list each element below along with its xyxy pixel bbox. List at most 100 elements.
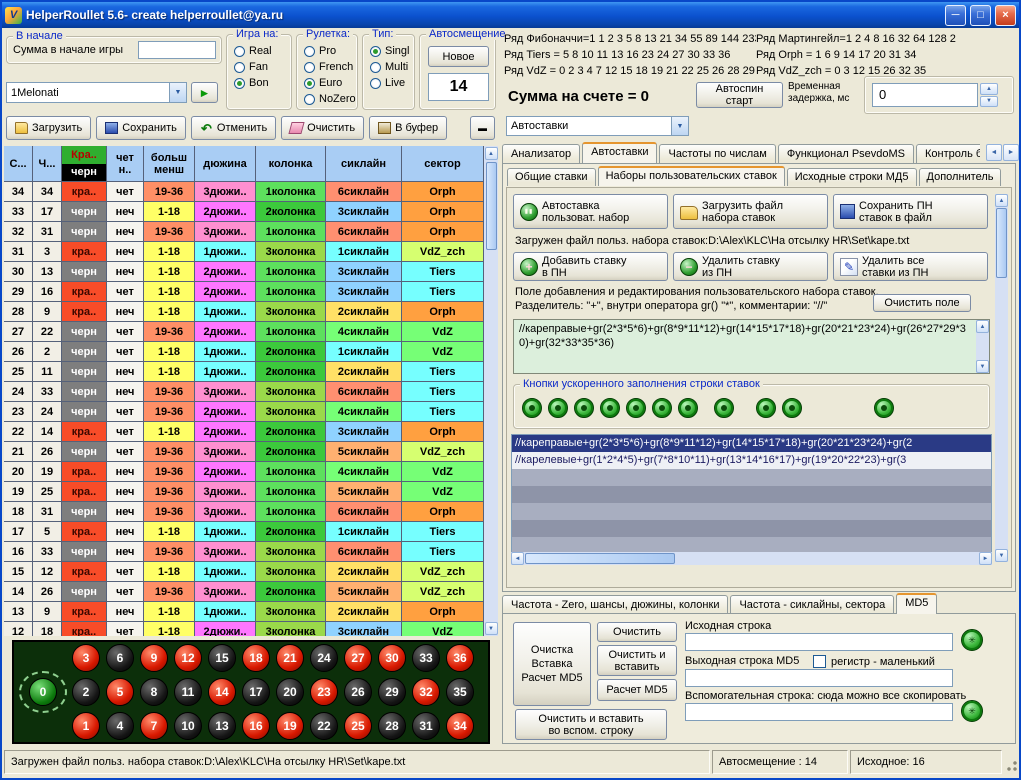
- spinner-up-icon[interactable]: ▲: [980, 83, 998, 95]
- save-button[interactable]: Сохранить: [96, 116, 186, 140]
- board-number-16[interactable]: 16: [242, 712, 270, 740]
- title-bar[interactable]: V HelperRoullet 5.6- create helperroulle…: [2, 2, 1019, 28]
- board-number-19[interactable]: 19: [276, 712, 304, 740]
- bets-listbox[interactable]: //кареправые+gr(2*3*5*6)+gr(8*9*11*12)+g…: [511, 434, 992, 565]
- clear-button[interactable]: Очистить: [281, 116, 364, 140]
- board-number-21[interactable]: 21: [276, 644, 304, 672]
- md5-clear-paste-calc-button[interactable]: ОчисткаВставкаРасчет MD5: [513, 622, 591, 706]
- sub-tab-3[interactable]: Дополнитель: [919, 168, 1002, 186]
- panel-scrollbar[interactable]: ▲ ▼: [995, 194, 1008, 562]
- freq-tab-1[interactable]: Частота - сиклайны, сектора: [730, 595, 894, 614]
- bet-chip-icon[interactable]: [874, 398, 894, 418]
- register-checkbox[interactable]: [813, 655, 826, 668]
- board-number-35[interactable]: 35: [446, 678, 474, 706]
- board-number-20[interactable]: 20: [276, 678, 304, 706]
- main-tab-0[interactable]: Анализатор: [502, 144, 580, 163]
- radio-option-pro[interactable]: Pro: [304, 43, 357, 59]
- radio-option-french[interactable]: French: [304, 59, 357, 75]
- bet-chip-icon[interactable]: [626, 398, 646, 418]
- md5-clear-paste-button[interactable]: Очистить ивставить: [597, 645, 677, 676]
- scroll-up-icon[interactable]: ▲: [485, 147, 498, 160]
- bet-chip-icon[interactable]: [782, 398, 802, 418]
- clear-paste-aux-button[interactable]: Очистить и вставитьво вспом. строку: [515, 709, 667, 740]
- autospin-start-button[interactable]: Автоспин старт: [696, 82, 783, 108]
- board-number-10[interactable]: 10: [174, 712, 202, 740]
- add-bet-button[interactable]: Добавить ставкув ПН: [513, 252, 668, 281]
- table-row[interactable]: 3013черннеч1-182дюжи..1колонка3сиклайнTi…: [4, 262, 484, 282]
- aux-string-input[interactable]: [685, 703, 953, 721]
- radio-option-fan[interactable]: Fan: [234, 59, 291, 75]
- table-row[interactable]: 262чернчет1-181дюжи..2колонка1сиклайнVdZ: [4, 342, 484, 362]
- board-number-36[interactable]: 36: [446, 644, 474, 672]
- table-row[interactable]: 1925кра..неч19-363дюжи..1колонка5сиклайн…: [4, 482, 484, 502]
- table-row[interactable]: 2214кра..чет1-182дюжи..2колонка3сиклайнO…: [4, 422, 484, 442]
- save-set-file-button[interactable]: Сохранить ПНставок в файл: [833, 194, 988, 229]
- main-tab-4[interactable]: Контроль банкр: [916, 144, 980, 163]
- board-number-2[interactable]: 2: [72, 678, 100, 706]
- board-number-31[interactable]: 31: [412, 712, 440, 740]
- scroll-left-icon[interactable]: ◄: [511, 552, 524, 565]
- board-number-26[interactable]: 26: [344, 678, 372, 706]
- board-number-28[interactable]: 28: [378, 712, 406, 740]
- radio-option-real[interactable]: Real: [234, 43, 291, 59]
- tab-scroll-left-icon[interactable]: ◄: [986, 144, 1002, 161]
- bet-chip-icon[interactable]: [678, 398, 698, 418]
- board-number-9[interactable]: 9: [140, 644, 168, 672]
- table-scrollbar-thumb[interactable]: [486, 162, 497, 250]
- close-button[interactable]: ×: [995, 5, 1016, 26]
- autobets-combo[interactable]: Автоставки ▼: [506, 116, 689, 136]
- source-string-input[interactable]: [685, 633, 953, 651]
- bet-chip-icon[interactable]: [600, 398, 620, 418]
- buffer-button[interactable]: В буфер: [369, 116, 447, 140]
- radio-option-euro[interactable]: Euro: [304, 75, 357, 91]
- bet-chip-icon[interactable]: [574, 398, 594, 418]
- main-tab-3[interactable]: Функционал PsevdoMS: [778, 144, 914, 163]
- table-scrollbar[interactable]: ▲ ▼: [484, 146, 498, 636]
- board-number-14[interactable]: 14: [208, 678, 236, 706]
- delete-bet-button[interactable]: Удалить ставкуиз ПН: [673, 252, 828, 281]
- board-number-24[interactable]: 24: [310, 644, 338, 672]
- radio-option-nozero[interactable]: NoZero: [304, 91, 357, 107]
- board-number-29[interactable]: 29: [378, 678, 406, 706]
- table-row[interactable]: 3231черннеч19-363дюжи..1колонка6сиклайнO…: [4, 222, 484, 242]
- new-button[interactable]: Новое: [428, 46, 489, 67]
- board-number-34[interactable]: 34: [446, 712, 474, 740]
- table-row[interactable]: 2433черннеч19-363дюжи..3колонка6сиклайнT…: [4, 382, 484, 402]
- output-string-input[interactable]: [685, 669, 953, 687]
- sub-tab-0[interactable]: Общие ставки: [507, 168, 596, 186]
- board-number-4[interactable]: 4: [106, 712, 134, 740]
- table-row[interactable]: 2324чернчет19-362дюжи..3колонка4сиклайнT…: [4, 402, 484, 422]
- scroll-down-icon[interactable]: ▼: [485, 622, 498, 635]
- table-row[interactable]: 2916кра..чет1-182дюжи..1колонка3сиклайнT…: [4, 282, 484, 302]
- table-row[interactable]: 1426чернчет19-363дюжи..2колонка5сиклайнV…: [4, 582, 484, 602]
- radio-option-bon[interactable]: Bon: [234, 75, 291, 91]
- maximize-button[interactable]: □: [970, 5, 991, 26]
- load-button[interactable]: Загрузить: [6, 116, 91, 140]
- listbox-hscrollbar[interactable]: ◄ ►: [511, 552, 992, 565]
- table-row[interactable]: 2722чернчет19-362дюжи..1колонка4сиклайнV…: [4, 322, 484, 342]
- edit-field-scrollbar[interactable]: ▲ ▼: [976, 320, 989, 373]
- board-number-22[interactable]: 22: [310, 712, 338, 740]
- radio-option-singl[interactable]: Singl: [370, 43, 414, 59]
- preset-combo[interactable]: 1Melonati ▼: [6, 82, 187, 103]
- minimize-button[interactable]: ─: [945, 5, 966, 26]
- list-item[interactable]: //карелевые+gr(1*2*4*5)+gr(7*8*10*11)+gr…: [512, 452, 991, 469]
- table-row[interactable]: 139кра..неч1-181дюжи..3колонка2сиклайнOr…: [4, 602, 484, 622]
- resize-grip[interactable]: [1004, 750, 1019, 774]
- md5-calc-button[interactable]: Расчет MD5: [597, 679, 677, 701]
- table-row[interactable]: 1633черннеч19-363дюжи..3колонка6сиклайнT…: [4, 542, 484, 562]
- bet-chip-icon[interactable]: [522, 398, 542, 418]
- start-sum-input[interactable]: [138, 41, 216, 59]
- bet-chip-icon[interactable]: [756, 398, 776, 418]
- bet-chip-icon[interactable]: [714, 398, 734, 418]
- board-number-6[interactable]: 6: [106, 644, 134, 672]
- bet-chip-icon[interactable]: [548, 398, 568, 418]
- copy-source-button[interactable]: [961, 629, 983, 651]
- list-item[interactable]: //кареправые+gr(2*3*5*6)+gr(8*9*11*12)+g…: [512, 435, 991, 452]
- md5-clear-button[interactable]: Очистить: [597, 622, 677, 642]
- sub-tab-1[interactable]: Наборы пользовательских ставок: [598, 166, 785, 186]
- load-set-file-button[interactable]: Загрузить файлнабора ставок: [673, 194, 828, 229]
- start-play-button[interactable]: ►: [191, 82, 218, 103]
- board-number-32[interactable]: 32: [412, 678, 440, 706]
- delete-all-bets-button[interactable]: Удалить всеставки из ПН: [833, 252, 988, 281]
